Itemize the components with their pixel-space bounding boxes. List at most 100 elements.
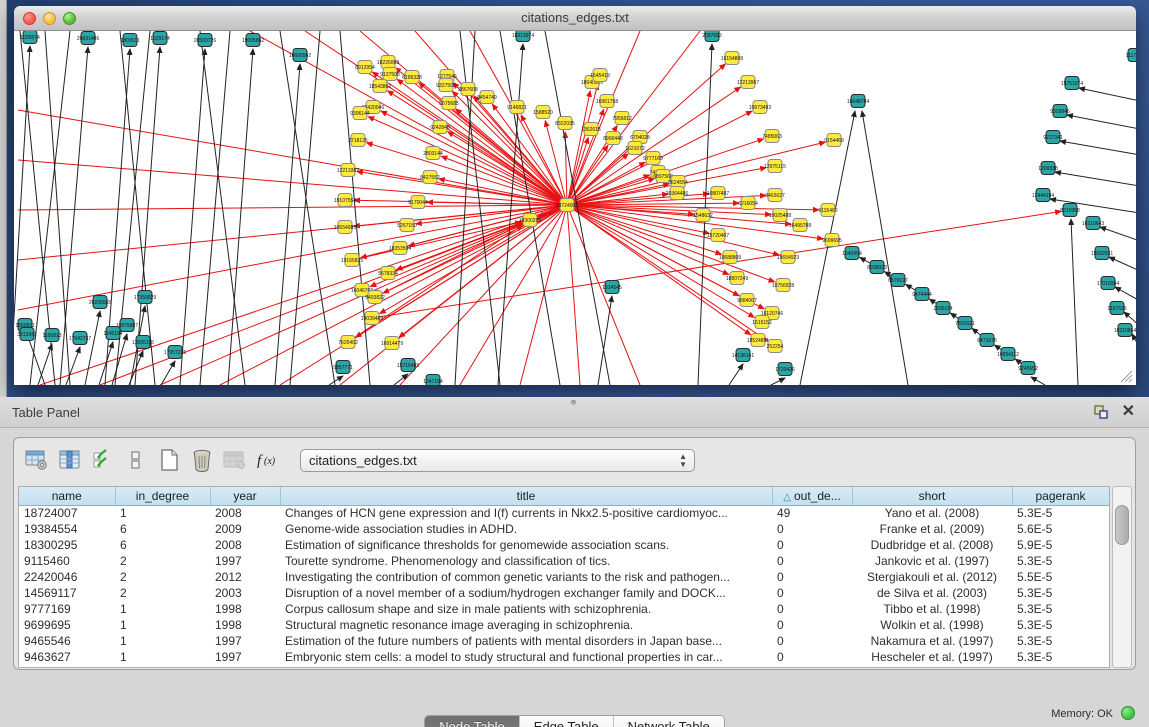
graph-node[interactable]: 15720407 [707,229,729,242]
column-header-short[interactable]: short [852,487,1012,505]
graph-node[interactable]: 17359929 [134,291,156,304]
graph-node[interactable]: 1640954 [842,247,862,260]
graph-node[interactable]: 9474444 [912,288,932,301]
scrollbar-thumb[interactable] [1115,505,1129,545]
graph-node[interactable]: 10756928 [772,279,794,292]
graph-node[interactable]: 2803144 [423,147,443,160]
graph-node[interactable]: 20206555 [89,296,111,309]
graph-node[interactable]: 1621072 [625,142,645,155]
citation-edge-black[interactable] [598,296,612,385]
table-row[interactable]: 946554611997Estimation of the future num… [19,633,1109,649]
citation-edge-black[interactable] [275,64,300,385]
citation-edge-black[interactable] [27,334,45,385]
graph-node[interactable]: 8215958 [1060,204,1080,217]
graph-node[interactable]: 1929174 [150,32,170,45]
graph-node[interactable]: 2935114 [933,302,952,315]
graph-node[interactable]: 7955812 [612,112,632,125]
citation-edge-black[interactable] [1031,377,1045,385]
citation-edge-black[interactable] [99,342,113,385]
citation-edge-black[interactable] [85,311,100,385]
graph-node[interactable]: 1362615 [581,123,601,136]
graph-node[interactable]: 8990448 [603,132,623,145]
graph-node[interactable]: 1156813 [42,329,61,342]
resize-grip[interactable] [1121,371,1132,382]
graph-node[interactable]: 9463627 [765,189,785,202]
graph-node[interactable]: 9884067 [737,294,757,307]
graph-node[interactable]: 5675685 [439,97,459,110]
graph-node[interactable]: 1514545 [602,281,622,294]
table-mode-icon[interactable] [22,445,52,475]
graph-node[interactable]: 9329946 [1050,105,1070,118]
citation-edge-black[interactable] [1067,115,1136,129]
citation-edge-red[interactable] [372,211,1061,318]
citation-edge-red[interactable] [399,205,567,337]
citation-edge-red[interactable] [567,205,775,282]
citation-edge-black[interactable] [862,111,908,385]
graph-node[interactable]: 9493822 [365,291,385,304]
graph-node[interactable]: 1117532 [1126,49,1136,62]
citation-edge-black[interactable] [1079,88,1136,101]
graph-node[interactable]: 1588520 [533,106,553,119]
graph-node[interactable]: 7832621 [955,317,975,330]
window-titlebar[interactable]: citations_edges.txt [14,6,1136,31]
graph-node[interactable]: 8938923 [867,261,887,274]
show-columns-icon[interactable] [55,445,85,475]
graph-node[interactable]: 9242848 [430,121,450,134]
citation-edge-black[interactable] [1100,227,1136,241]
function-builder-icon[interactable]: f(x) [253,445,283,475]
citation-edge-red[interactable] [567,205,751,335]
graph-node[interactable]: 8186328 [402,71,422,84]
graph-node[interactable]: 18353594 [389,242,411,255]
citation-edge-black[interactable] [1132,334,1136,348]
graph-node[interactable]: 20691406 [77,32,99,45]
table-row[interactable]: 1830029562008Estimation of significance … [19,537,1109,553]
graph-node[interactable]: 9245652 [1018,362,1038,375]
citation-edge-black[interactable] [290,31,320,385]
table-row[interactable]: 911546021997Tourette syndrome. Phenomeno… [19,553,1109,569]
graph-node[interactable]: 12975115 [764,160,786,173]
column-header-pagerank[interactable]: pagerank [1012,487,1109,505]
graph-node[interactable]: 16961758 [596,95,618,108]
graph-node[interactable]: 8454749 [477,91,497,104]
graph-node[interactable]: 16154808 [721,52,743,65]
citation-edge-red[interactable] [40,205,567,385]
graph-node[interactable]: 16600502 [289,49,311,62]
graph-node[interactable]: 10973493 [749,101,771,114]
graph-node[interactable]: 2087682 [702,31,722,42]
graph-node[interactable]: 20503726 [194,34,216,47]
table-selector-dropdown[interactable]: citations_edges.txt▲▼ [300,449,695,472]
graph-node[interactable]: 9699695 [822,234,842,247]
graph-node[interactable]: 1548632 [693,209,713,222]
table-row[interactable]: 946362711997Embryonic stem cells: a mode… [19,649,1109,665]
graph-node[interactable]: 9327508 [436,79,456,92]
delete-column-icon[interactable] [187,445,217,475]
graph-node[interactable]: 9396144 [350,107,370,120]
graph-node[interactable]: 6679197 [888,274,908,287]
graph-node[interactable]: 1167535 [1107,302,1126,315]
graph-node[interactable]: 8912954 [355,61,375,74]
table-row[interactable]: 969969511998Structural magnetic resonanc… [19,617,1109,633]
graph-node[interactable]: 9227341 [1043,131,1063,144]
column-header-title[interactable]: title [280,487,772,505]
column-header-in_degree[interactable]: in_degree [115,487,210,505]
citation-edge-black[interactable] [129,351,143,385]
graph-node[interactable]: 15716485 [397,359,419,372]
table-row[interactable]: 1938455462009Genome-wide association stu… [19,521,1109,537]
citation-edge-red[interactable] [567,205,791,224]
graph-node[interactable]: 9115460 [818,204,837,217]
graph-node[interactable]: 1247194 [423,375,443,386]
graph-node[interactable]: 7625402 [338,336,358,349]
column-header-year[interactable]: year [210,487,280,505]
graph-node[interactable]: 12213967 [737,76,759,89]
table-scrollbar[interactable] [1112,486,1132,668]
graph-node[interactable]: 9170044 [408,196,428,209]
column-header-name[interactable]: name [19,487,115,505]
network-canvas[interactable]: 1035574206914061803511192917420503726190… [14,31,1136,385]
table-row[interactable]: 977716911998Corpus callosum shape and si… [19,601,1109,617]
citation-edge-red[interactable] [567,142,825,205]
graph-node[interactable]: 5267150 [397,219,417,232]
citation-edge-black[interactable] [228,49,253,385]
graph-node[interactable]: 6216054 [738,197,758,210]
graph-node[interactable]: 3313341 [17,328,37,341]
column-header-out_de[interactable]: △out_de... [772,487,852,505]
